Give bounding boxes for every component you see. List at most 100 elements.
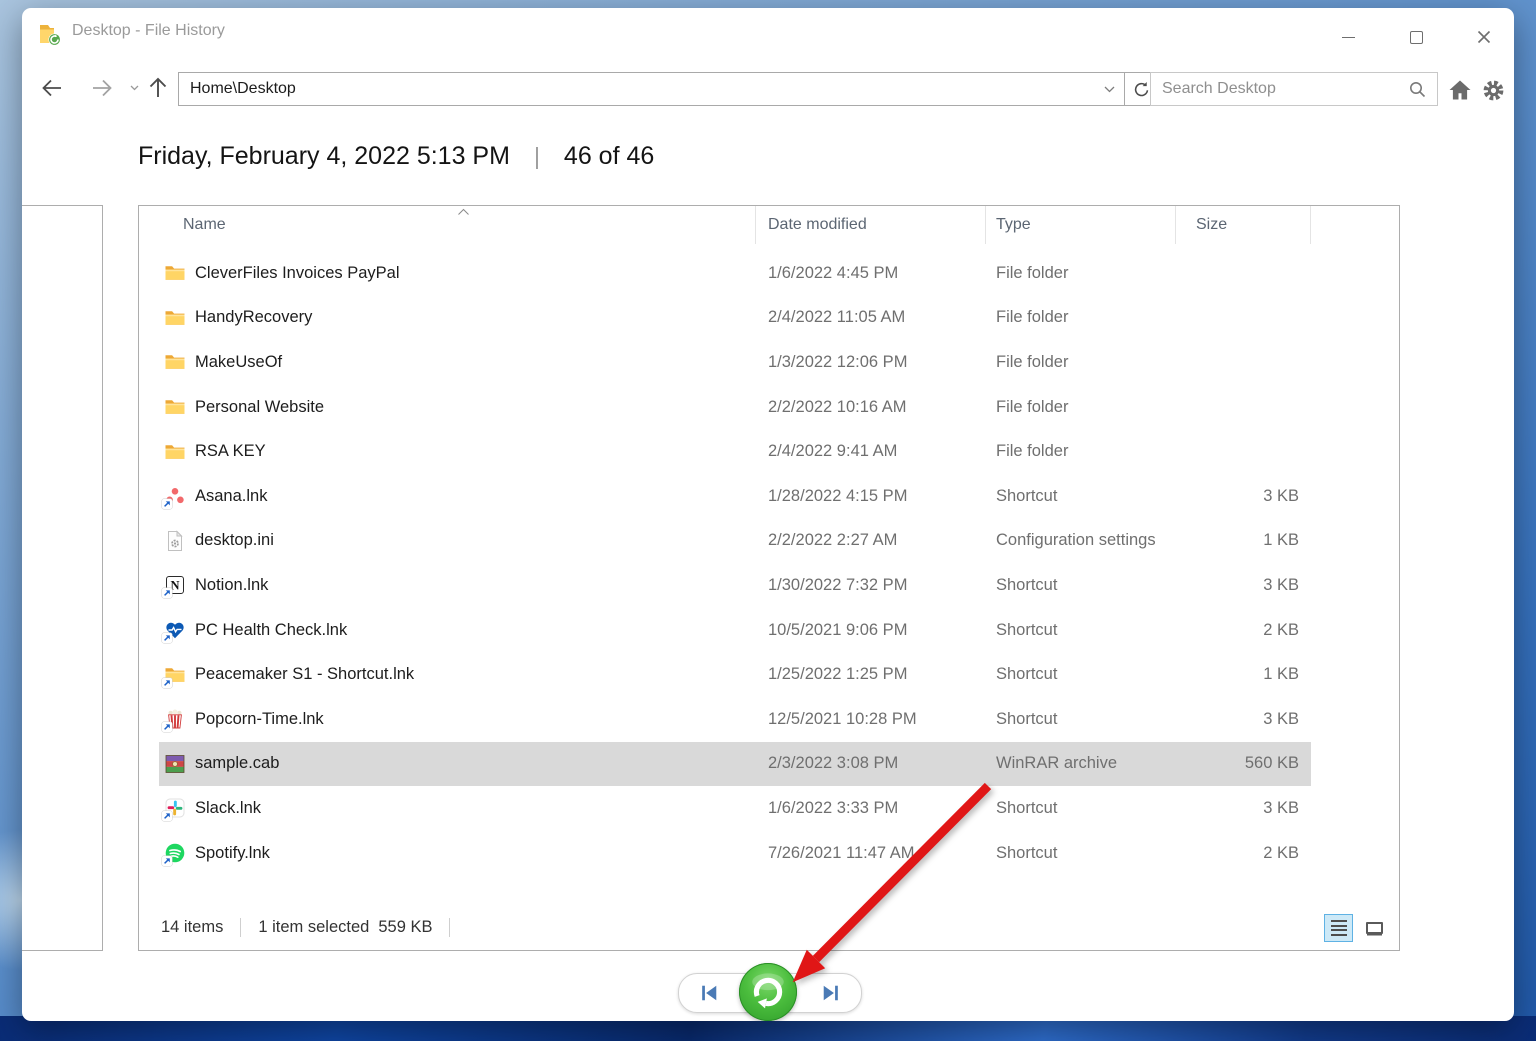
type-cell: WinRAR archive bbox=[986, 754, 1176, 773]
up-button[interactable] bbox=[144, 74, 172, 102]
table-row[interactable]: CleverFiles Invoices PayPal1/6/2022 4:45… bbox=[159, 251, 1311, 296]
file-name-cell: RSA KEY bbox=[159, 441, 756, 463]
details-view-icon bbox=[1331, 920, 1347, 937]
minimize-button[interactable] bbox=[1332, 22, 1364, 52]
table-row[interactable]: desktop.ini2/2/2022 2:27 AMConfiguration… bbox=[159, 519, 1311, 564]
status-divider bbox=[449, 918, 450, 937]
table-row[interactable]: Personal Website2/2/2022 10:16 AMFile fo… bbox=[159, 385, 1311, 430]
folder-icon bbox=[164, 441, 186, 463]
forward-button[interactable] bbox=[88, 74, 116, 102]
type-cell: File folder bbox=[986, 442, 1176, 461]
previous-snapshot-panel[interactable] bbox=[22, 205, 103, 951]
restore-button[interactable] bbox=[739, 963, 797, 1021]
selection-count: 1 item selected bbox=[258, 918, 369, 937]
spotify-shortcut-icon bbox=[164, 842, 186, 864]
table-row[interactable]: Popcorn-Time.lnk12/5/2021 10:28 PMShortc… bbox=[159, 697, 1311, 742]
ini-file-icon bbox=[164, 530, 186, 552]
titlebar: Desktop - File History bbox=[22, 8, 1514, 64]
table-row[interactable]: Slack.lnk1/6/2022 3:33 PMShortcut3 KB bbox=[159, 786, 1311, 831]
table-row[interactable]: HandyRecovery 2/4/2022 11:05 AMFile folde… bbox=[159, 296, 1311, 341]
date-modified-cell: 2/2/2022 2:27 AM bbox=[756, 531, 986, 550]
table-row[interactable]: sample.cab2/3/2022 3:08 PMWinRAR archive… bbox=[159, 742, 1311, 787]
gear-icon bbox=[1481, 78, 1506, 103]
popcorn-time-shortcut-icon bbox=[164, 708, 186, 730]
file-history-app-icon bbox=[37, 21, 63, 47]
home-button[interactable] bbox=[1446, 76, 1474, 104]
next-version-button[interactable] bbox=[811, 979, 851, 1007]
size-cell: 2 KB bbox=[1176, 844, 1311, 863]
size-cell: 1 KB bbox=[1176, 665, 1311, 684]
table-row[interactable]: Asana.lnk1/28/2022 4:15 PMShortcut3 KB bbox=[159, 474, 1311, 519]
file-name-cell: CleverFiles Invoices PayPal bbox=[159, 262, 756, 284]
restore-icon bbox=[742, 966, 794, 1018]
status-bar: 14 items 1 item selected 559 KB bbox=[139, 909, 1399, 945]
column-header-type[interactable]: Type bbox=[986, 206, 1176, 244]
type-cell: Shortcut bbox=[986, 665, 1176, 684]
view-toggle bbox=[1324, 914, 1389, 942]
refresh-icon bbox=[1132, 80, 1151, 99]
date-modified-cell: 2/2/2022 10:16 AM bbox=[756, 398, 986, 417]
date-modified-cell: 2/4/2022 9:41 AM bbox=[756, 442, 986, 461]
table-row[interactable]: PC Health Check.lnk10/5/2021 9:06 PMShor… bbox=[159, 608, 1311, 653]
recent-locations-button[interactable] bbox=[126, 74, 142, 102]
chevron-down-icon bbox=[1104, 86, 1115, 93]
size-cell: 3 KB bbox=[1176, 710, 1311, 729]
address-input[interactable]: Home\Desktop bbox=[179, 73, 1094, 105]
shortcut-overlay-icon bbox=[162, 856, 172, 866]
settings-button[interactable] bbox=[1479, 76, 1507, 104]
file-name: HandyRecovery bbox=[195, 308, 312, 327]
snapshot-position: 46 of 46 bbox=[564, 142, 654, 171]
column-header-name[interactable]: Name bbox=[139, 206, 756, 244]
file-name-cell: HandyRecovery bbox=[159, 307, 756, 329]
file-name-cell: NNotion.lnk bbox=[159, 574, 756, 596]
slack-shortcut-icon bbox=[164, 797, 186, 819]
file-list-panel: Name Date modified Type Size CleverFiles… bbox=[138, 205, 1400, 951]
folder-icon bbox=[164, 262, 186, 284]
date-modified-cell: 2/4/2022 11:05 AM bbox=[756, 308, 986, 327]
column-header-size[interactable]: Size bbox=[1176, 206, 1311, 244]
folder-icon bbox=[164, 351, 186, 373]
asana-shortcut-icon bbox=[164, 485, 186, 507]
details-view-button[interactable] bbox=[1324, 914, 1353, 942]
folder-shortcut-icon bbox=[164, 664, 186, 686]
file-name-cell: Spotify.lnk bbox=[159, 842, 756, 864]
file-name-cell: MakeUseOf bbox=[159, 351, 756, 373]
maximize-button[interactable] bbox=[1400, 22, 1432, 52]
table-row[interactable]: Spotify.lnk7/26/2021 11:47 AMShortcut2 K… bbox=[159, 831, 1311, 876]
size-cell: 1 KB bbox=[1176, 531, 1311, 550]
folder-icon bbox=[164, 396, 186, 418]
thumbnail-view-button[interactable] bbox=[1360, 914, 1389, 942]
search-field[interactable]: Search Desktop bbox=[1150, 72, 1438, 106]
column-header-filler bbox=[1311, 206, 1399, 244]
file-name: Slack.lnk bbox=[195, 799, 261, 818]
search-icon bbox=[1409, 81, 1426, 98]
shortcut-overlay-icon bbox=[162, 722, 172, 732]
type-cell: Shortcut bbox=[986, 487, 1176, 506]
size-cell: 3 KB bbox=[1176, 799, 1311, 818]
type-cell: File folder bbox=[986, 308, 1176, 327]
close-button[interactable] bbox=[1468, 22, 1500, 52]
file-name: Notion.lnk bbox=[195, 576, 268, 595]
file-name-cell: Peacemaker S1 - Shortcut.lnk bbox=[159, 664, 756, 686]
file-name: Spotify.lnk bbox=[195, 844, 270, 863]
table-row[interactable]: MakeUseOf1/3/2022 12:06 PMFile folder bbox=[159, 340, 1311, 385]
column-header-date-modified[interactable]: Date modified bbox=[756, 206, 986, 244]
back-button[interactable] bbox=[38, 74, 66, 102]
date-modified-cell: 12/5/2021 10:28 PM bbox=[756, 710, 986, 729]
type-cell: File folder bbox=[986, 353, 1176, 372]
table-row[interactable]: RSA KEY2/4/2022 9:41 AMFile folder bbox=[159, 429, 1311, 474]
file-name: CleverFiles Invoices PayPal bbox=[195, 264, 400, 283]
close-icon bbox=[1477, 30, 1491, 44]
address-dropdown-button[interactable] bbox=[1094, 73, 1124, 105]
table-row[interactable]: NNotion.lnk1/30/2022 7:32 PMShortcut3 KB bbox=[159, 563, 1311, 608]
minimize-icon bbox=[1342, 37, 1355, 38]
size-cell: 3 KB bbox=[1176, 576, 1311, 595]
recent-locations-chevron-icon bbox=[130, 85, 139, 91]
table-row[interactable]: Peacemaker S1 - Shortcut.lnk1/25/2022 1:… bbox=[159, 652, 1311, 697]
forward-icon bbox=[90, 76, 114, 100]
date-modified-cell: 1/6/2022 3:33 PM bbox=[756, 799, 986, 818]
shortcut-overlay-icon bbox=[162, 499, 172, 509]
date-modified-cell: 10/5/2021 9:06 PM bbox=[756, 621, 986, 640]
previous-version-button[interactable] bbox=[689, 979, 729, 1007]
shortcut-overlay-icon bbox=[162, 678, 172, 688]
